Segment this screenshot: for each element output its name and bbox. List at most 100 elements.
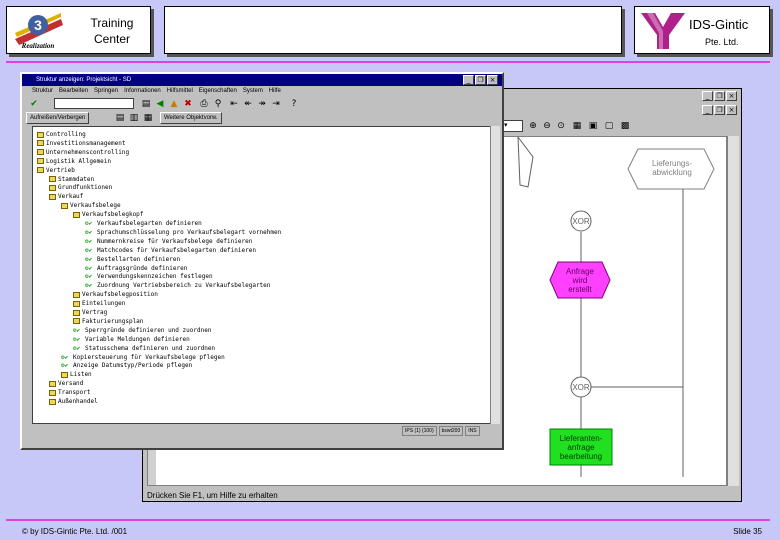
front-minimize-icon[interactable]: _ [463,75,474,85]
palette-icon[interactable]: ▩ [619,120,631,132]
expand-icon[interactable]: ▤ [114,112,126,124]
doc-restore-icon[interactable]: ❐ [714,105,725,115]
folder-icon[interactable] [49,389,56,396]
save-icon[interactable]: ▤ [140,98,152,110]
folder-icon[interactable] [49,176,56,182]
tree-node[interactable]: Fakturierungsplan [73,318,143,326]
execute-icon[interactable]: ⚙✔ [85,229,97,237]
tree-node[interactable]: Logistik Allgemein [37,158,111,166]
details-icon[interactable]: ▦ [142,112,154,124]
front-close-icon[interactable]: × [487,75,498,85]
folder-icon[interactable] [49,380,56,387]
execute-icon[interactable]: ⚙✔ [85,282,97,290]
menu-system[interactable]: System [243,86,263,96]
tree-node[interactable]: Versand [49,380,83,388]
tree-node[interactable]: Vertrag [73,309,107,317]
execute-icon[interactable]: ⚙✔ [85,220,97,228]
tree-node[interactable]: Grundfunktionen [49,184,112,192]
zoom-out-icon[interactable]: ⊖ [541,120,553,132]
tree-node[interactable]: Verkaufsbelegkopf [73,211,143,219]
tree-node[interactable]: Transport [49,389,91,397]
doc-close-icon[interactable]: × [726,105,737,115]
menu-hilfsmittel[interactable]: Hilfsmittel [167,86,193,96]
close-icon[interactable]: × [726,91,737,101]
folder-icon[interactable] [37,167,44,174]
sap-structure-window[interactable]: Struktur anzeigen: Projektsicht - SD _ ❐… [20,72,504,450]
tree-node[interactable]: Verkaufsbelege [61,202,121,210]
tree-node[interactable]: Controlling [37,131,86,139]
enter-icon[interactable]: ✔ [28,98,40,110]
front-restore-icon[interactable]: ❐ [475,75,486,85]
tree-node[interactable]: Verkaufsbelegposition [73,291,158,299]
folder-icon[interactable] [49,193,56,200]
folder-icon[interactable] [73,291,80,298]
tree-node[interactable]: Stammdaten [49,176,94,184]
menu-hilfe[interactable]: Hilfe [269,86,281,96]
folder-icon[interactable] [37,158,44,165]
last-page-icon[interactable]: ⇥ [270,98,282,110]
zoom-fit-icon[interactable]: ⊙ [555,120,567,132]
exit-icon[interactable]: ▲ [168,98,180,110]
folder-icon[interactable] [73,318,80,325]
collapse-icon[interactable]: ▥ [128,112,140,124]
tree-scrollbar[interactable] [490,126,500,424]
zoom-select[interactable]: ▾ [503,120,523,132]
execute-icon[interactable]: ⚙✔ [85,247,97,255]
execute-icon[interactable]: ⚙✔ [61,362,73,370]
tree-node[interactable]: Vertrieb [37,167,75,175]
back-icon[interactable]: ◀ [154,98,166,110]
execute-icon[interactable]: ⚙✔ [85,273,97,281]
folder-icon[interactable] [73,309,80,316]
tree-node[interactable]: Verkauf [49,193,83,201]
folder-icon[interactable] [37,149,44,156]
execute-icon[interactable]: ⚙✔ [73,327,85,335]
tree-node[interactable]: ⚙✔ Nummernkreise für Verkaufsbelege defin… [85,238,252,246]
tree-node[interactable]: ⚙✔ Variable Meldungen definieren [73,336,190,344]
menu-informationen[interactable]: Informationen [124,86,161,96]
tree-node[interactable]: Außenhandel [49,398,98,406]
execute-icon[interactable]: ⚙✔ [73,336,85,344]
folder-icon[interactable] [61,202,68,209]
tree-node[interactable]: Investitionsmanagement [37,140,125,148]
folder-icon[interactable] [73,211,80,218]
tree-node[interactable]: ⚙✔ Sprachumschlüsselung pro Verkaufsbeleg… [85,229,281,237]
help-icon[interactable]: ? [288,98,300,110]
folder-icon[interactable] [49,398,56,405]
expand-collapse-button[interactable]: Aufreißen/Verbergen [26,112,90,124]
execute-icon[interactable]: ⚙✔ [85,238,97,246]
tree-node[interactable]: ⚙✔ Kopiersteuerung für Verkaufsbelege pfl… [61,354,225,362]
find-icon[interactable]: ⚲ [212,98,224,110]
execute-icon[interactable]: ⚙✔ [85,265,97,273]
next-page-icon[interactable]: ↠ [256,98,268,110]
more-objects-button[interactable]: Weitere Objektvorw. [160,112,222,124]
tree-node[interactable]: ⚙✔ Statusschema definieren und zuordnen [73,345,215,353]
first-page-icon[interactable]: ⇤ [228,98,240,110]
tree-node[interactable]: ⚙✔ Bestellarten definieren [85,256,180,264]
print-icon[interactable]: ⎙ [198,98,210,110]
zoom-in-icon[interactable]: ⊕ [527,120,539,132]
prev-page-icon[interactable]: ↞ [242,98,254,110]
structure-tree[interactable]: Controlling Investitionsmanagement Unterne… [32,126,494,424]
execute-icon[interactable]: ⚙✔ [85,256,97,264]
tree-node[interactable]: ⚙✔ Anzeige Datumstyp/Periode pflegen [61,362,192,370]
execute-icon[interactable]: ⚙✔ [61,354,73,362]
tree-node[interactable]: ⚙✔ Sperrgründe definieren und zuordnen [73,327,211,335]
folder-icon[interactable] [37,131,44,138]
folder-icon[interactable] [49,184,56,191]
minimize-icon[interactable]: _ [702,91,713,101]
menu-struktur[interactable]: Struktur [32,86,53,96]
doc-minimize-icon[interactable]: _ [702,105,713,115]
flowchart-scrollbar[interactable] [727,136,739,486]
tree-node[interactable]: Unternehmenscontrolling [37,149,129,157]
tree-node[interactable]: ⚙✔ Verkaufsbelegarten definieren [85,220,202,228]
screen-icon[interactable]: ▣ [587,120,599,132]
folder-icon[interactable] [73,300,80,307]
restore-icon[interactable]: ❐ [714,91,725,101]
menu-eigenschaften[interactable]: Eigenschaften [199,86,237,96]
execute-icon[interactable]: ⚙✔ [73,345,85,353]
folder-icon[interactable] [37,140,44,147]
tree-node[interactable]: ⚙✔ Matchcodes für Verkaufsbelegarten defi… [85,247,256,255]
tree-node[interactable]: ⚙✔ Zuordnung Vertriebsbereich zu Verkaufs… [85,282,270,290]
menu-bearbeiten[interactable]: Bearbeiten [59,86,88,96]
tree-node[interactable]: Einteilungen [73,300,125,308]
